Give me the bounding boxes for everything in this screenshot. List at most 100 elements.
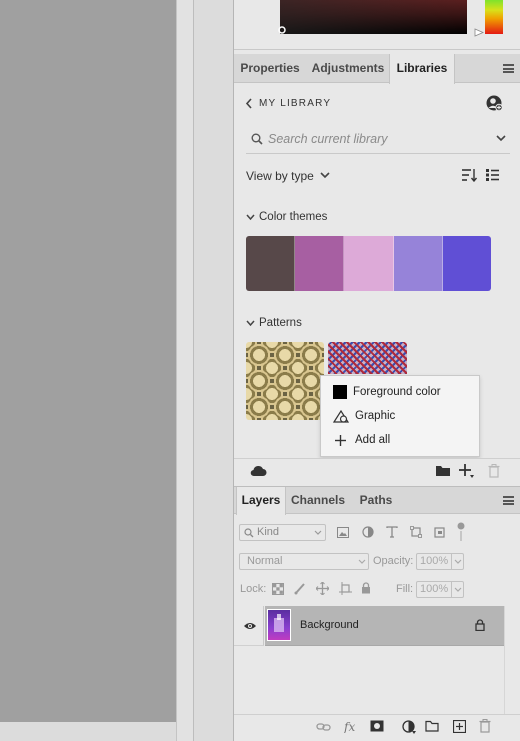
- collapse-chevron-icon[interactable]: [246, 214, 255, 221]
- blend-mode-value: Normal: [247, 555, 283, 567]
- color-swatch[interactable]: [442, 236, 491, 291]
- delete-layer-icon[interactable]: [479, 719, 491, 733]
- libraries-tabbar: Properties Adjustments Libraries: [234, 54, 520, 84]
- svg-text:fx: fx: [344, 720, 355, 733]
- layer-name[interactable]: Background: [300, 619, 359, 631]
- new-adjustment-layer-icon[interactable]: [402, 720, 416, 734]
- layer-visibility-toggle[interactable]: [234, 606, 264, 646]
- fill-dropdown[interactable]: [451, 582, 463, 597]
- library-name-label[interactable]: MY LIBRARY: [259, 98, 331, 109]
- photoshop-window: Properties Adjustments Libraries MY LIBR…: [0, 0, 520, 741]
- tab-paths[interactable]: Paths: [352, 487, 400, 515]
- foreground-color-swatch-icon: [333, 385, 347, 399]
- trash-icon: [488, 464, 500, 478]
- layer-kind-filter[interactable]: Kind: [239, 524, 326, 541]
- color-saturation-field[interactable]: [280, 0, 467, 34]
- tab-layers[interactable]: Layers: [236, 487, 286, 515]
- opacity-input[interactable]: 100%: [416, 553, 464, 570]
- color-themes-section-label[interactable]: Color themes: [259, 211, 327, 223]
- new-group-folder-icon[interactable]: [425, 720, 439, 732]
- new-layer-icon[interactable]: [453, 720, 466, 733]
- fill-value: 100%: [420, 583, 449, 595]
- menu-item-label: Foreground color: [353, 386, 441, 398]
- menu-item-foreground-color[interactable]: Foreground color: [321, 381, 479, 405]
- smart-object-filter-icon[interactable]: [434, 526, 446, 538]
- pixel-layer-filter-icon[interactable]: [337, 527, 349, 538]
- hue-slider[interactable]: [485, 0, 503, 34]
- lock-all-icon[interactable]: [361, 582, 371, 594]
- patterns-section-label[interactable]: Patterns: [259, 317, 302, 329]
- pattern-thumbnail[interactable]: [328, 342, 407, 374]
- collapsed-panel-dock: [193, 0, 233, 741]
- chevron-down-icon: [358, 559, 366, 565]
- layer-item-background[interactable]: Background: [265, 606, 504, 646]
- chevron-down-icon[interactable]: [496, 135, 506, 142]
- adjustment-layer-filter-icon[interactable]: [362, 526, 374, 538]
- menu-item-add-all[interactable]: Add all: [321, 429, 479, 453]
- folder-icon[interactable]: [435, 464, 451, 477]
- blend-mode-dropdown[interactable]: Normal: [239, 553, 369, 570]
- plus-icon: [335, 435, 346, 446]
- view-by-dropdown[interactable]: View by type: [246, 169, 314, 183]
- layers-scrollbar[interactable]: [504, 606, 520, 714]
- lock-transparent-pixels-icon[interactable]: [272, 583, 284, 595]
- right-panel-dock: Properties Adjustments Libraries MY LIBR…: [233, 0, 520, 741]
- fill-input[interactable]: 100%: [416, 581, 464, 598]
- lock-position-icon[interactable]: [316, 582, 329, 595]
- layer-lock-icon[interactable]: [475, 619, 485, 631]
- opacity-dropdown[interactable]: [451, 554, 463, 569]
- layer-style-fx-icon[interactable]: fx: [344, 720, 358, 733]
- menu-item-label: Add all: [355, 434, 391, 446]
- back-chevron-icon[interactable]: [245, 98, 253, 109]
- cloud-sync-icon[interactable]: [250, 465, 267, 477]
- hue-slider-handle-icon[interactable]: [474, 28, 484, 37]
- search-icon: [244, 528, 254, 538]
- shape-layer-filter-icon[interactable]: [410, 526, 422, 538]
- invite-user-icon[interactable]: [486, 95, 503, 112]
- lock-image-pixels-icon[interactable]: [294, 582, 306, 595]
- lock-artboard-icon[interactable]: [339, 582, 352, 595]
- link-layers-icon[interactable]: [316, 722, 331, 732]
- fill-label: Fill:: [396, 583, 414, 595]
- library-search-box[interactable]: Search current library: [246, 124, 510, 154]
- tab-libraries[interactable]: Libraries: [389, 54, 455, 84]
- tab-adjustments[interactable]: Adjustments: [308, 54, 388, 83]
- menu-item-graphic[interactable]: Graphic: [321, 405, 479, 429]
- color-swatch[interactable]: [344, 236, 394, 291]
- panel-menu-icon[interactable]: [503, 64, 514, 73]
- tab-properties[interactable]: Properties: [236, 54, 304, 83]
- chevron-down-icon: [314, 530, 322, 536]
- layer-row[interactable]: Background: [234, 606, 504, 646]
- layers-panel-menu-icon[interactable]: [503, 496, 514, 505]
- lock-label: Lock:: [240, 583, 267, 595]
- color-swatch[interactable]: [295, 236, 345, 291]
- color-theme-swatches[interactable]: [246, 236, 491, 291]
- opacity-value: 100%: [420, 555, 449, 567]
- document-canvas[interactable]: [0, 0, 176, 722]
- sort-icon[interactable]: [461, 168, 477, 182]
- tab-channels[interactable]: Channels: [290, 487, 346, 515]
- pattern-thumbnail[interactable]: [246, 342, 324, 420]
- collapse-chevron-icon[interactable]: [246, 320, 255, 327]
- color-swatch[interactable]: [246, 236, 296, 291]
- libraries-footer: [234, 458, 520, 484]
- graphic-icon: [333, 409, 349, 423]
- list-view-icon[interactable]: [485, 168, 500, 182]
- filter-toggle-icon[interactable]: [457, 522, 465, 542]
- add-element-icon[interactable]: [458, 463, 476, 479]
- eye-icon[interactable]: [243, 621, 257, 631]
- canvas-scrollbar[interactable]: [176, 0, 193, 741]
- kind-label: Kind: [257, 526, 280, 538]
- type-layer-filter-icon[interactable]: [386, 526, 398, 538]
- add-mask-icon[interactable]: [370, 720, 384, 732]
- layers-footer: fx: [234, 714, 520, 741]
- color-picker-handle-icon: [278, 26, 286, 34]
- layer-thumbnail: [267, 609, 291, 641]
- layers-tabbar: Layers Channels Paths: [234, 486, 520, 515]
- view-by-chevron-icon[interactable]: [320, 172, 330, 179]
- menu-item-label: Graphic: [355, 410, 396, 422]
- color-swatch[interactable]: [393, 236, 443, 291]
- search-input[interactable]: Search current library: [268, 132, 388, 146]
- opacity-label: Opacity:: [373, 555, 414, 567]
- color-panel: [234, 0, 520, 50]
